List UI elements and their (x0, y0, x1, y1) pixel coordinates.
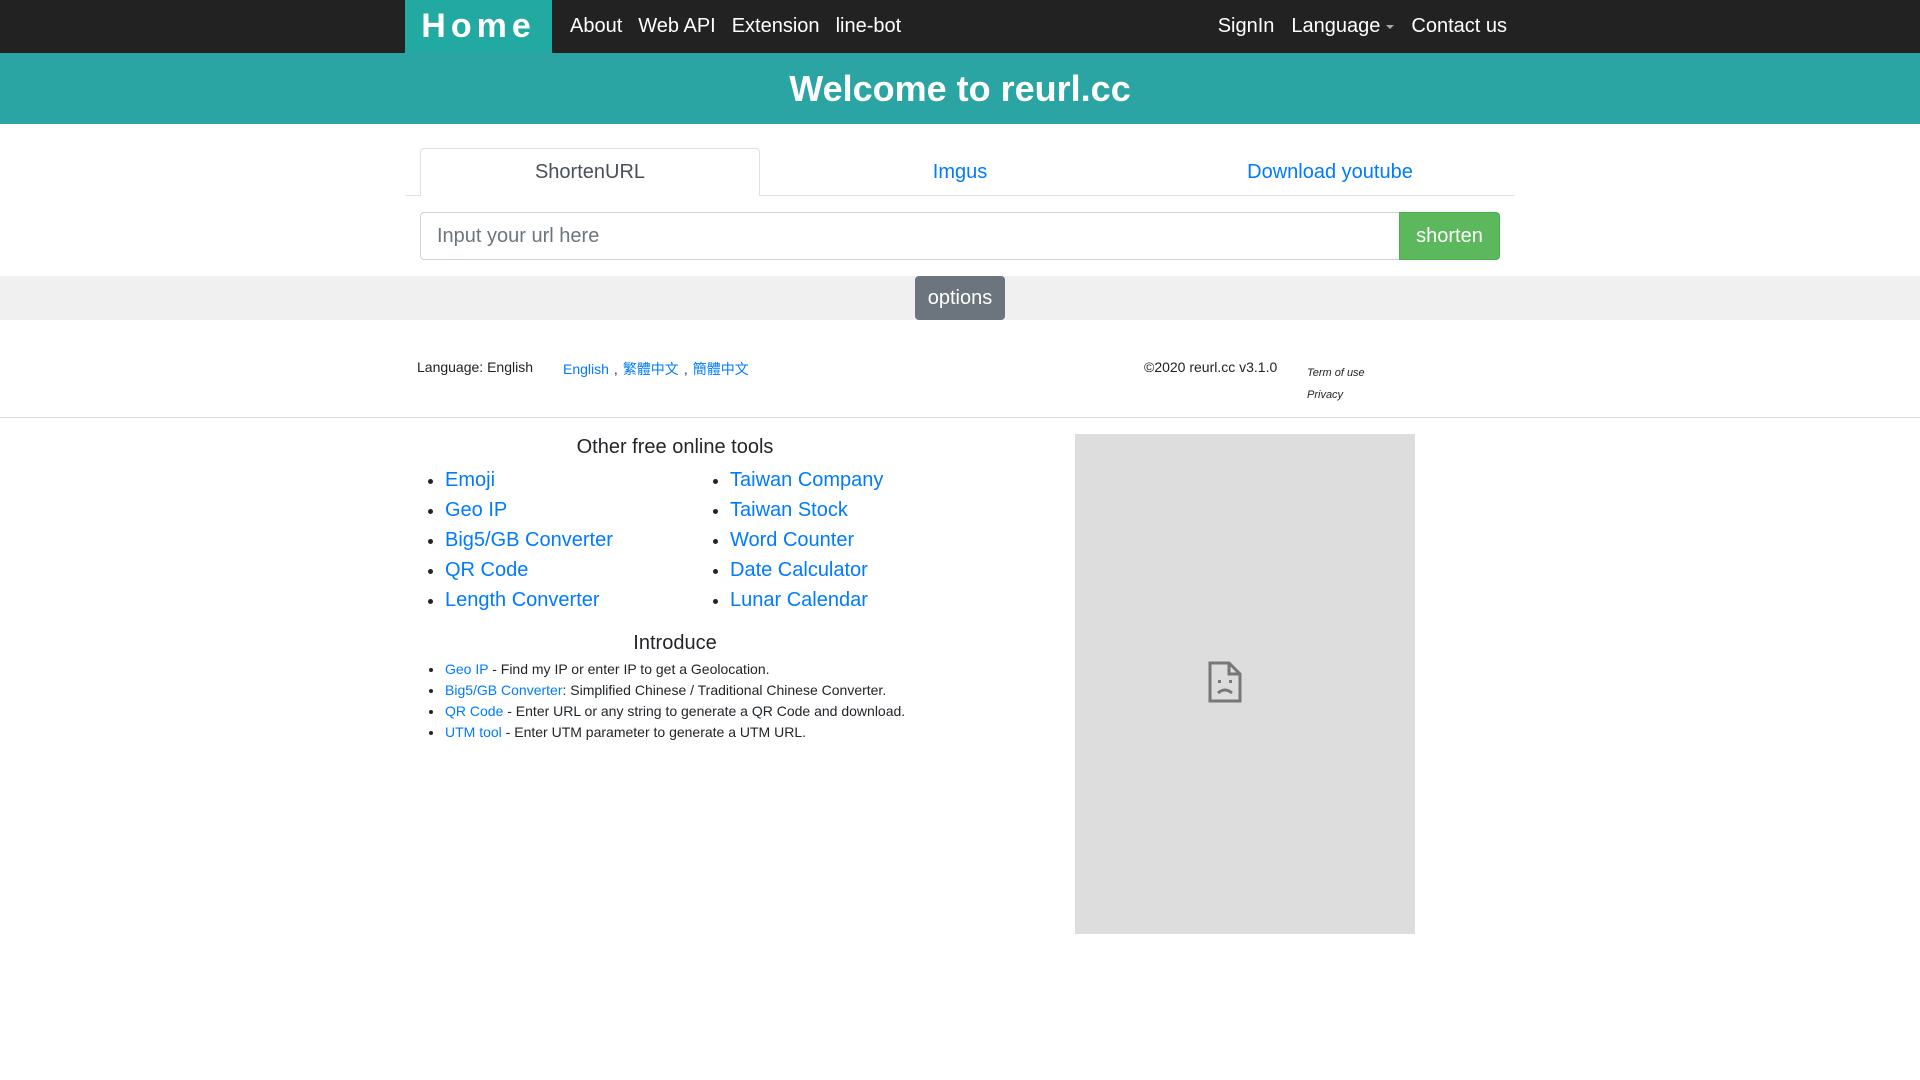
top-navbar: Home About Web API Extension line-bot Si… (0, 0, 1920, 53)
tools-list-left: Emoji Geo IP Big5/GB Converter QR Code L… (420, 465, 613, 615)
legal-links: Term of use Privacy (1307, 362, 1365, 406)
tools-list-right: Taiwan Company Taiwan Stock Word Counter… (705, 465, 883, 615)
term-of-use-link[interactable]: Term of use (1307, 362, 1365, 384)
language-link-simplified-chinese[interactable]: 簡體中文 (693, 361, 749, 377)
intro-description: - Find my IP or enter IP to get a Geoloc… (488, 661, 770, 677)
options-bar: options (0, 276, 1920, 320)
language-link-traditional-chinese[interactable]: 繁體中文 (623, 361, 679, 377)
introduce-list: Geo IP - Find my IP or enter IP to get a… (420, 659, 905, 743)
tab-imgus[interactable]: Imgus (790, 148, 1130, 196)
list-item: QR Code - Enter URL or any string to gen… (420, 701, 905, 722)
nav-link-extension[interactable]: Extension (732, 15, 820, 38)
language-links: English, 繁體中文, 簡體中文 (563, 359, 749, 379)
language-separator: , (683, 361, 688, 377)
list-item: UTM tool - Enter UTM parameter to genera… (420, 722, 905, 743)
list-item: Big5/GB Converter (420, 525, 613, 555)
list-item: Lunar Calendar (705, 585, 883, 615)
list-item: QR Code (420, 555, 613, 585)
tab-shorten-url[interactable]: ShortenURL (420, 148, 760, 196)
list-item: Word Counter (705, 525, 883, 555)
service-tabs: ShortenURL Imgus Download youtube (405, 148, 1515, 196)
tool-link-word-counter[interactable]: Word Counter (730, 529, 854, 551)
tool-link-qr-code[interactable]: QR Code (445, 559, 528, 581)
language-dropdown[interactable]: Language (1291, 15, 1395, 38)
tool-link-big5-gb-converter[interactable]: Big5/GB Converter (445, 529, 613, 551)
home-brand-link[interactable]: Home (405, 0, 552, 53)
intro-link-qr-code[interactable]: QR Code (445, 703, 503, 719)
broken-document-icon (1208, 661, 1242, 703)
tab-download-youtube[interactable]: Download youtube (1160, 148, 1500, 196)
list-item: Emoji (420, 465, 613, 495)
list-item: Length Converter (420, 585, 613, 615)
copyright-text: ©2020 reurl.cc v3.1.0 (1144, 359, 1278, 375)
intro-link-geo-ip[interactable]: Geo IP (445, 661, 488, 677)
list-item: Date Calculator (705, 555, 883, 585)
list-item: Geo IP - Find my IP or enter IP to get a… (420, 659, 905, 680)
language-separator: , (613, 361, 618, 377)
tool-link-taiwan-stock[interactable]: Taiwan Stock (730, 499, 848, 521)
language-dropdown-label: Language (1291, 15, 1381, 37)
intro-description: : Simplified Chinese / Traditional Chine… (562, 682, 887, 698)
list-item: Taiwan Company (705, 465, 883, 495)
ad-frame (1075, 434, 1415, 934)
nav-left-links: About Web API Extension line-bot (570, 0, 917, 53)
tool-link-taiwan-company[interactable]: Taiwan Company (730, 469, 883, 491)
caret-down-icon (1386, 24, 1395, 29)
nav-link-contact[interactable]: Contact us (1411, 15, 1507, 38)
footer-info: Language: English English, 繁體中文, 簡體中文 ©202… (0, 320, 1920, 418)
tool-link-date-calculator[interactable]: Date Calculator (730, 559, 868, 581)
language-link-english[interactable]: English (563, 361, 609, 377)
nav-link-line-bot[interactable]: line-bot (836, 15, 902, 38)
intro-description: - Enter URL or any string to generate a … (503, 703, 906, 719)
tool-link-length-converter[interactable]: Length Converter (445, 589, 600, 611)
intro-link-utm-tool[interactable]: UTM tool (445, 724, 502, 740)
options-button[interactable]: options (915, 276, 1005, 320)
current-language-label: Language: English (417, 359, 533, 375)
nav-link-web-api[interactable]: Web API (638, 15, 715, 38)
intro-link-big5-gb-converter[interactable]: Big5/GB Converter (445, 682, 563, 698)
list-item: Geo IP (420, 495, 613, 525)
tool-link-lunar-calendar[interactable]: Lunar Calendar (730, 589, 868, 611)
welcome-banner: Welcome to reurl.cc (0, 53, 1920, 124)
welcome-title: Welcome to reurl.cc (789, 67, 1131, 109)
shorten-button[interactable]: shorten (1399, 212, 1500, 260)
nav-link-signin[interactable]: SignIn (1218, 15, 1275, 38)
url-input[interactable] (420, 212, 1400, 260)
intro-description: - Enter UTM parameter to generate a UTM … (501, 724, 807, 740)
introduce-section-title: Introduce (633, 632, 717, 654)
privacy-link[interactable]: Privacy (1307, 384, 1365, 406)
list-item: Big5/GB Converter: Simplified Chinese / … (420, 680, 905, 701)
tool-link-emoji[interactable]: Emoji (445, 469, 495, 491)
list-item: Taiwan Stock (705, 495, 883, 525)
tool-link-geo-ip[interactable]: Geo IP (445, 499, 507, 521)
nav-right-links: SignIn Language Contact us (1201, 0, 1507, 53)
tools-section-title: Other free online tools (576, 436, 774, 458)
nav-link-about[interactable]: About (570, 15, 622, 38)
